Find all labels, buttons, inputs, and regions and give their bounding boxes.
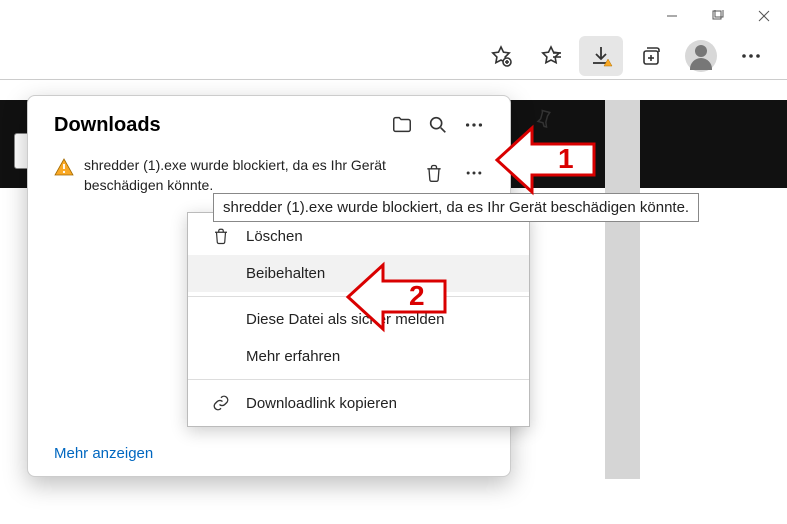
window-close-button[interactable] xyxy=(741,0,787,32)
show-more-link[interactable]: Mehr anzeigen xyxy=(54,445,153,462)
menu-copy-link[interactable]: Downloadlink kopieren xyxy=(188,384,529,422)
delete-download-icon[interactable] xyxy=(416,156,452,190)
menu-keep-label: Beibehalten xyxy=(246,265,325,282)
favorites-button[interactable] xyxy=(529,36,573,76)
download-blocked-tooltip: shredder (1).exe wurde blockiert, da es … xyxy=(213,193,699,222)
warning-triangle-icon xyxy=(54,158,74,176)
downloads-panel-title: Downloads xyxy=(54,114,384,137)
window-titlebar xyxy=(0,0,787,32)
menu-learn-more-label: Mehr erfahren xyxy=(246,348,340,365)
downloads-panel-header: Downloads xyxy=(28,96,510,150)
menu-learn-more[interactable]: Mehr erfahren xyxy=(188,338,529,375)
link-icon xyxy=(210,394,232,412)
profile-avatar[interactable] xyxy=(685,40,717,72)
open-folder-button[interactable] xyxy=(384,108,420,142)
settings-more-button[interactable] xyxy=(729,36,773,76)
collections-button[interactable] xyxy=(629,36,673,76)
add-favorite-button[interactable] xyxy=(479,36,523,76)
downloads-more-button[interactable] xyxy=(456,108,492,142)
browser-toolbar xyxy=(0,32,787,80)
download-item-text: shredder (1).exe wurde blockiert, da es … xyxy=(84,156,406,195)
search-downloads-button[interactable] xyxy=(420,108,456,142)
annotation-arrow-1: 1 xyxy=(494,120,614,198)
trash-icon xyxy=(210,227,232,245)
window-minimize-button[interactable] xyxy=(649,0,695,32)
menu-delete[interactable]: Löschen xyxy=(188,217,529,255)
downloads-button[interactable] xyxy=(579,36,623,76)
menu-delete-label: Löschen xyxy=(246,228,303,245)
menu-divider xyxy=(188,379,529,380)
annotation-label-2: 2 xyxy=(409,280,425,311)
download-item-more-icon[interactable] xyxy=(456,156,492,190)
window-maximize-button[interactable] xyxy=(695,0,741,32)
annotation-arrow-2: 2 xyxy=(345,257,465,335)
annotation-label-1: 1 xyxy=(558,143,574,174)
menu-copy-link-label: Downloadlink kopieren xyxy=(246,395,397,412)
